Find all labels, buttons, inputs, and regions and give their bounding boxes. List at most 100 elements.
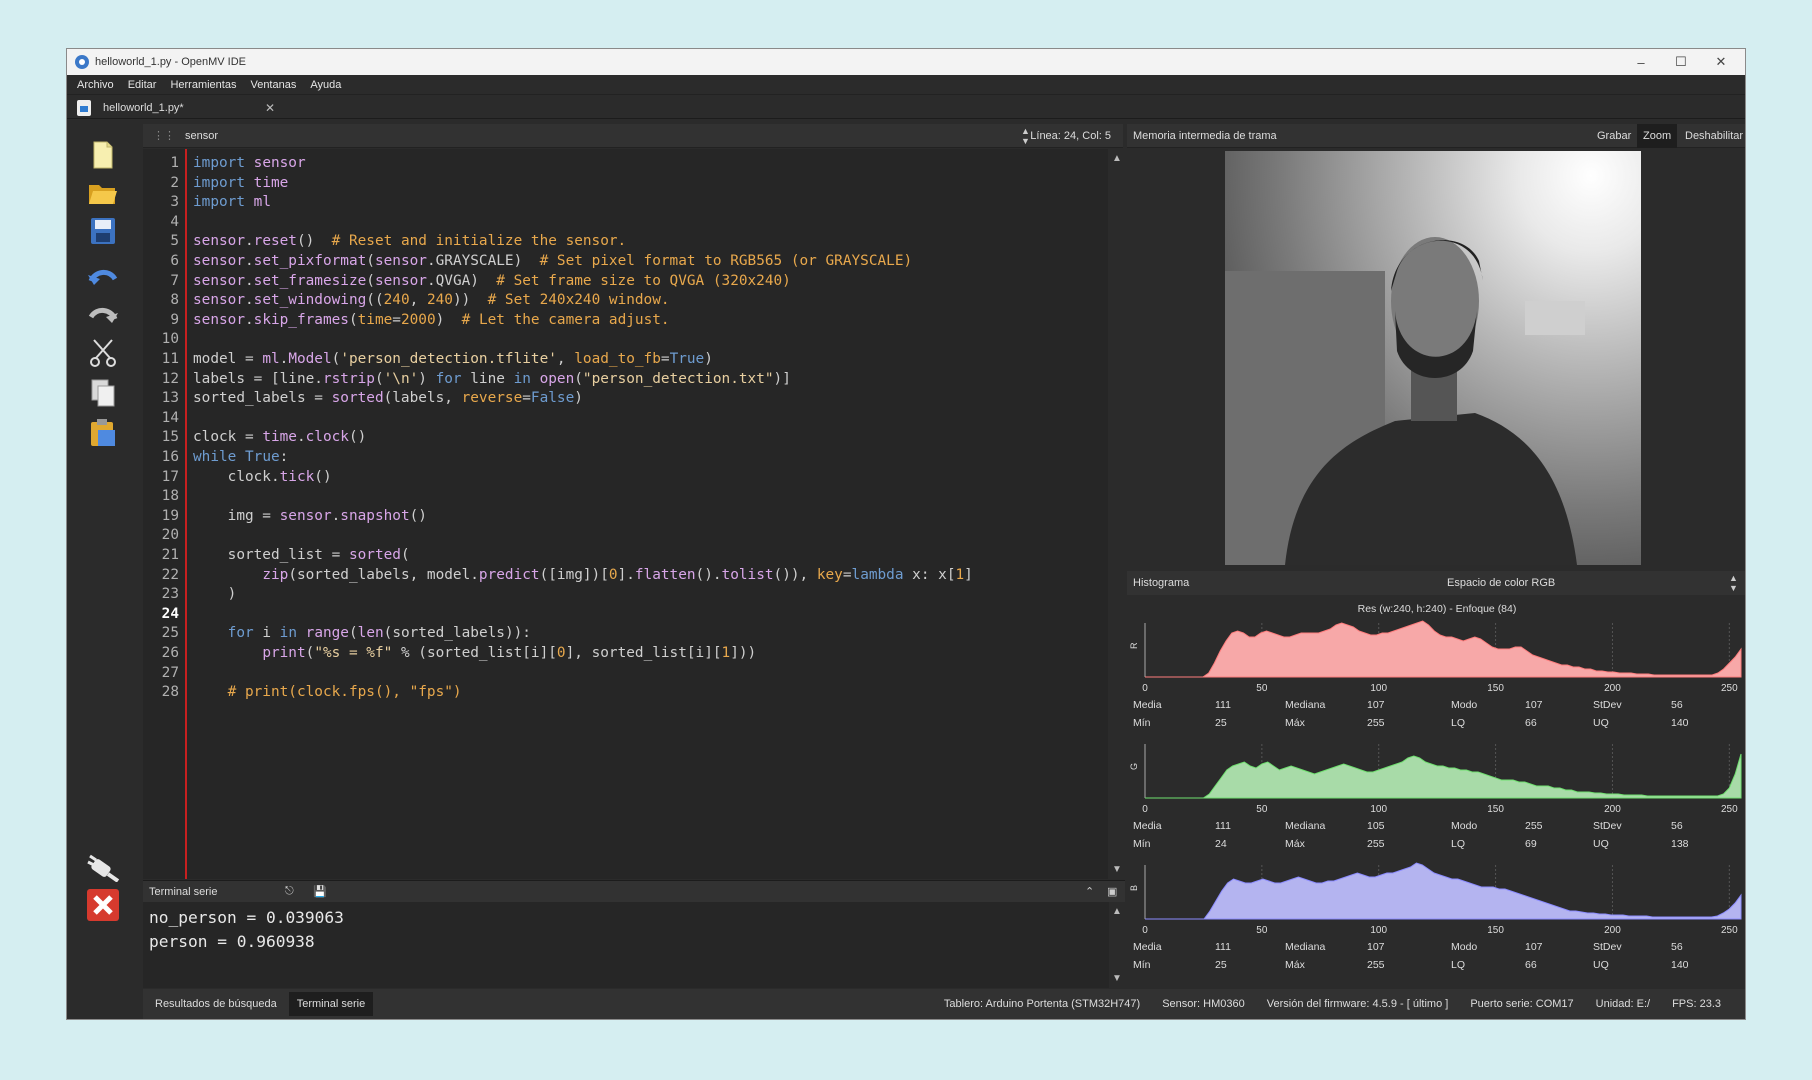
redo-icon[interactable] bbox=[85, 298, 121, 332]
status-port[interactable]: Puerto serie: COM17 bbox=[1470, 998, 1573, 1010]
record-button[interactable]: Grabar bbox=[1591, 124, 1637, 148]
code-line[interactable]: # print(clock.fps(), "fps") bbox=[193, 684, 462, 700]
line-number: 18 bbox=[161, 488, 179, 505]
minimize-button[interactable]: – bbox=[1621, 49, 1661, 75]
terminal-connect-icon[interactable]: ⎋ bbox=[285, 885, 294, 898]
code-line[interactable]: print("%s = %f" % (sorted_list[i][0], so… bbox=[193, 645, 756, 661]
stat-value: 255 bbox=[1367, 717, 1385, 729]
histogram-area bbox=[1145, 862, 1742, 920]
code-line[interactable]: ) bbox=[193, 586, 237, 602]
drag-handle-icon[interactable]: ⋮⋮ bbox=[153, 129, 175, 142]
tab-search-results[interactable]: Resultados de búsqueda bbox=[147, 992, 285, 1016]
code-line[interactable]: sensor.set_pixformat(sensor.GRAYSCALE) #… bbox=[193, 253, 912, 269]
save-icon[interactable] bbox=[85, 214, 121, 248]
stat-value: 107 bbox=[1525, 941, 1543, 953]
axis-tick-label: 100 bbox=[1370, 683, 1387, 694]
line-number: 3 bbox=[170, 194, 179, 211]
line-number: 13 bbox=[161, 390, 179, 407]
colorspace-arrow-icon[interactable]: ▲ ▼ bbox=[1729, 573, 1738, 593]
cut-icon[interactable] bbox=[85, 336, 121, 370]
code-line[interactable]: sensor.set_windowing((240, 240)) # Set 2… bbox=[193, 292, 670, 308]
axis-tick-label: 150 bbox=[1487, 925, 1504, 936]
open-folder-icon[interactable] bbox=[85, 176, 121, 210]
framebuffer-view[interactable] bbox=[1127, 149, 1745, 567]
file-tab[interactable]: helloworld_1.py* ✕ bbox=[77, 97, 287, 119]
scroll-up-icon[interactable]: ▲ bbox=[1112, 906, 1122, 917]
axis-tick-label: 150 bbox=[1487, 683, 1504, 694]
code-editor[interactable]: 1 2 3 4 5 6 7 8 9 10 11 12 13 14 15 16 17 18 19 20 21 22 23 24 2… bbox=[143, 149, 1108, 879]
status-firmware[interactable]: Versión del firmware: 4.5.9 - [ último ] bbox=[1267, 998, 1449, 1010]
line-number: 9 bbox=[170, 311, 179, 328]
new-file-icon[interactable] bbox=[85, 138, 121, 172]
copy-icon[interactable] bbox=[85, 376, 121, 410]
collapse-up-icon[interactable]: ⌃ bbox=[1085, 885, 1094, 898]
line-number: 4 bbox=[170, 213, 179, 230]
close-tab-icon[interactable]: ✕ bbox=[265, 101, 275, 115]
stop-icon[interactable] bbox=[85, 888, 121, 922]
line-number: 15 bbox=[161, 429, 179, 446]
tab-serial-terminal[interactable]: Terminal serie bbox=[288, 992, 374, 1016]
menu-ventanas[interactable]: Ventanas bbox=[250, 79, 296, 91]
axis-tick-label: 0 bbox=[1142, 804, 1148, 815]
stat-label: StDev bbox=[1593, 820, 1622, 832]
code-line[interactable]: clock = time.clock() bbox=[193, 429, 366, 445]
code-line[interactable]: import sensor bbox=[193, 155, 306, 171]
editor-scrollbar[interactable]: ▲ ▼ bbox=[1109, 149, 1125, 879]
line-number: 8 bbox=[170, 292, 179, 309]
code-line[interactable]: model = ml.Model('person_detection.tflit… bbox=[193, 351, 713, 367]
channel-label: G bbox=[1129, 763, 1139, 770]
undock-icon[interactable]: ▣ bbox=[1107, 885, 1117, 898]
code-line[interactable]: import time bbox=[193, 175, 288, 191]
code-line[interactable]: img = sensor.snapshot() bbox=[193, 508, 427, 524]
code-line[interactable]: clock.tick() bbox=[193, 469, 332, 485]
serial-terminal[interactable]: no_person = 0.039063 person = 0.960938 bbox=[143, 902, 1109, 988]
code-line[interactable]: sorted_labels = sorted(labels, reverse=F… bbox=[193, 390, 583, 406]
stat-value: 66 bbox=[1525, 717, 1537, 729]
menu-editar[interactable]: Editar bbox=[128, 79, 157, 91]
code-line[interactable]: sensor.skip_frames(time=2000) # Let the … bbox=[193, 312, 670, 328]
scroll-down-icon[interactable]: ▼ bbox=[1112, 973, 1122, 984]
terminal-header: Terminal serie ⎋ 💾 ⌃ ▣ bbox=[143, 880, 1125, 902]
stat-value: 66 bbox=[1525, 959, 1537, 971]
menu-bar: Archivo Editar Herramientas Ventanas Ayu… bbox=[67, 75, 1745, 95]
code-line[interactable]: sensor.set_framesize(sensor.QVGA) # Set … bbox=[193, 273, 791, 289]
line-number: 12 bbox=[161, 370, 179, 387]
close-window-button[interactable]: ✕ bbox=[1701, 49, 1741, 75]
zoom-button[interactable]: Zoom bbox=[1637, 124, 1678, 148]
code-line[interactable]: import ml bbox=[193, 194, 271, 210]
disable-button[interactable]: Deshabilitar bbox=[1679, 124, 1745, 148]
axis-tick-label: 250 bbox=[1721, 925, 1738, 936]
function-selector[interactable]: sensor bbox=[185, 130, 218, 142]
histogram-b-chart: B 0 50 100 150 200 250 bbox=[1129, 862, 1742, 936]
status-board[interactable]: Tablero: Arduino Portenta (STM32H747) bbox=[944, 998, 1140, 1010]
stat-label: StDev bbox=[1593, 699, 1622, 711]
code-line[interactable]: labels = [line.rstrip('\n') for line in … bbox=[193, 371, 791, 387]
code-line[interactable]: sorted_list = sorted( bbox=[193, 547, 410, 563]
scroll-up-icon[interactable]: ▲ bbox=[1112, 153, 1122, 164]
code-line[interactable]: for i in range(len(sorted_labels)): bbox=[193, 625, 531, 641]
undo-icon[interactable] bbox=[85, 260, 121, 294]
colorspace-select[interactable]: Espacio de color RGB bbox=[1447, 577, 1555, 589]
menu-ayuda[interactable]: Ayuda bbox=[310, 79, 341, 91]
terminal-scrollbar[interactable]: ▲ ▼ bbox=[1109, 902, 1125, 988]
maximize-button[interactable]: ☐ bbox=[1661, 49, 1701, 75]
status-sensor[interactable]: Sensor: HM0360 bbox=[1162, 998, 1245, 1010]
stat-label: LQ bbox=[1451, 838, 1466, 850]
status-drive[interactable]: Unidad: E:/ bbox=[1596, 998, 1650, 1010]
file-tab-label: helloworld_1.py* bbox=[103, 102, 184, 114]
updown-arrow-icon[interactable]: ▲ ▼ bbox=[1021, 126, 1030, 146]
editor-header: ⋮⋮ sensor ▲ ▼ Línea: 24, Col: 5 bbox=[143, 124, 1123, 148]
histogram-panel: Res (w:240, h:240) - Enfoque (84) R 0 50 10… bbox=[1127, 595, 1745, 987]
connect-icon[interactable] bbox=[85, 850, 121, 884]
menu-herramientas[interactable]: Herramientas bbox=[170, 79, 236, 91]
channel-label: R bbox=[1129, 642, 1139, 649]
paste-icon[interactable] bbox=[85, 416, 121, 450]
code-line[interactable]: while True: bbox=[193, 449, 288, 465]
menu-archivo[interactable]: Archivo bbox=[77, 79, 114, 91]
code-line[interactable]: zip(sorted_labels, model.predict([img])[… bbox=[193, 567, 973, 583]
scroll-down-icon[interactable]: ▼ bbox=[1112, 864, 1122, 875]
code-line[interactable]: sensor.reset() # Reset and initialize th… bbox=[193, 233, 626, 249]
line-number: 24 bbox=[161, 605, 179, 622]
terminal-save-icon[interactable]: 💾 bbox=[313, 885, 327, 898]
stat-label: Máx bbox=[1285, 838, 1305, 850]
